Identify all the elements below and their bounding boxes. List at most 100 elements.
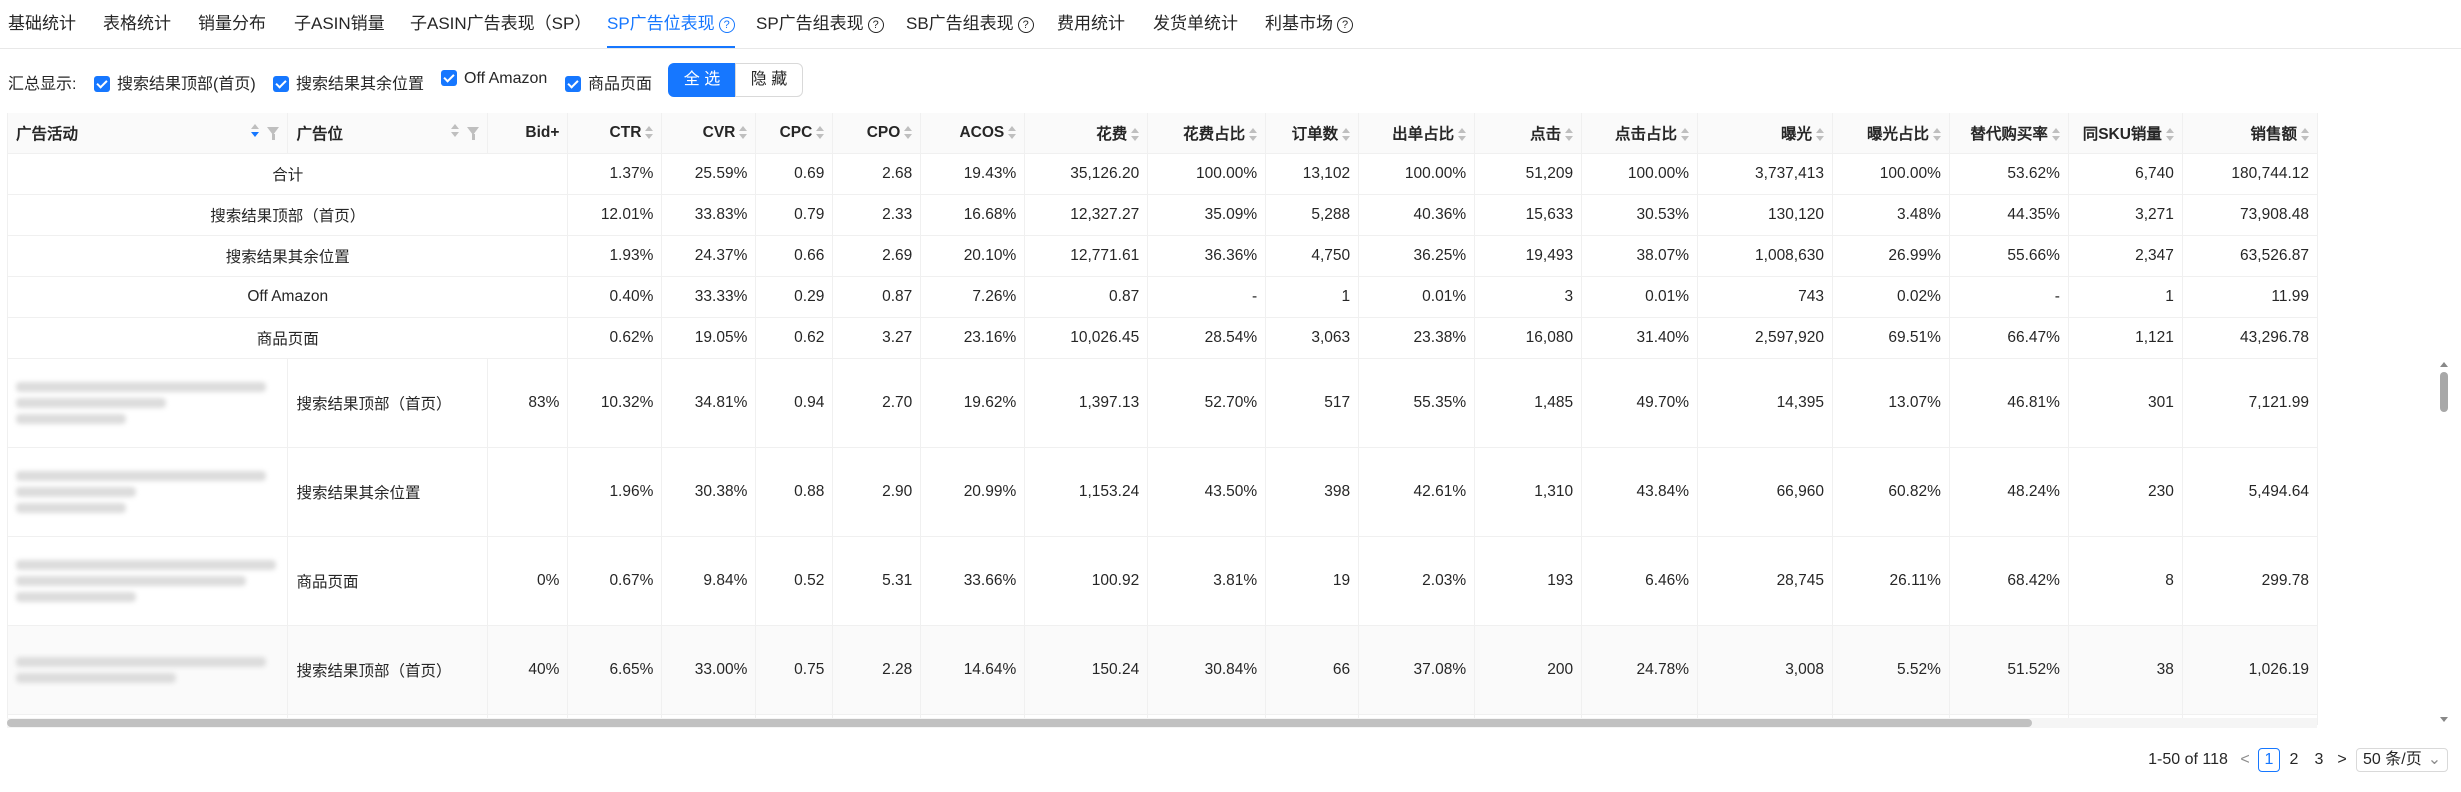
sort-icon[interactable] <box>1008 125 1017 140</box>
select-all-button[interactable]: 全 选 <box>668 63 736 97</box>
column-header-placement[interactable]: 广告位 <box>287 113 489 154</box>
sort-icon[interactable] <box>1681 127 1690 142</box>
sort-icon[interactable] <box>2301 127 2309 142</box>
tab-shipment-stats[interactable]: 发货单统计 <box>1153 12 1238 46</box>
checkbox-off-amazon[interactable]: Off Amazon <box>441 70 547 88</box>
table-row[interactable]: 搜索结果其余位置 1.96% 30.38% 0.88 2.90 20.99% 1,153.2… <box>8 447 2318 537</box>
summary-cell: 4,750 <box>1265 235 1360 277</box>
page-2-button[interactable]: 2 <box>2284 748 2304 772</box>
checkbox-rest-of-search[interactable]: 搜索结果其余位置 <box>273 70 424 94</box>
summary-cell: 66.47% <box>1949 317 2069 359</box>
next-page-icon[interactable]: > <box>2335 748 2349 772</box>
tab-sp-placement[interactable]: SP广告位表现? <box>607 12 735 48</box>
help-icon[interactable]: ? <box>867 17 884 33</box>
page-1-button[interactable]: 1 <box>2258 748 2280 772</box>
column-header-cpo[interactable]: CPO <box>832 113 922 154</box>
data-cell: 7,121.99 <box>2182 358 2318 448</box>
redacted-text <box>16 382 266 392</box>
summary-cell: 38.07% <box>1581 235 1699 277</box>
column-header-same-sku-sales[interactable]: 同SKU销量 <box>2068 113 2183 154</box>
sort-icon[interactable] <box>1458 127 1467 142</box>
hide-button[interactable]: 隐 藏 <box>735 63 803 97</box>
sort-icon[interactable] <box>1131 127 1140 142</box>
column-header-orders[interactable]: 订单数 <box>1265 113 1360 154</box>
campaign-name-redacted[interactable] <box>8 447 289 537</box>
summary-row: 合计 1.37% 25.59% 0.69 2.68 19.43% 35,126.20 100.… <box>8 153 2318 195</box>
sort-icon[interactable] <box>1815 127 1824 142</box>
scrollbar-thumb[interactable] <box>2440 372 2448 412</box>
column-header-click-share[interactable]: 点击占比 <box>1581 113 1699 154</box>
filter-icon[interactable] <box>267 126 280 140</box>
prev-page-icon[interactable]: < <box>2238 748 2252 772</box>
tab-sb-adgroup[interactable]: SB广告组表现? <box>906 12 1034 46</box>
data-cell: 5.52% <box>1832 625 1950 715</box>
column-header-clicks[interactable]: 点击 <box>1474 113 1583 154</box>
help-icon[interactable]: ? <box>718 17 735 33</box>
scroll-down-icon[interactable] <box>2440 717 2448 722</box>
summary-cell: 0.87 <box>832 276 922 318</box>
sort-icon[interactable] <box>1249 127 1258 142</box>
column-header-impressions[interactable]: 曝光 <box>1697 113 1833 154</box>
sort-icon[interactable] <box>645 125 654 140</box>
column-header-bid-plus: Bid+ <box>487 113 569 154</box>
column-header-order-share[interactable]: 出单占比 <box>1358 113 1476 154</box>
tab-child-asin-ad-sp[interactable]: 子ASIN广告表现（SP） <box>410 12 591 46</box>
summary-cell: 0.01% <box>1581 276 1699 318</box>
tab-basic-stats[interactable]: 基础统计 <box>8 12 76 46</box>
sort-icon[interactable] <box>739 125 748 140</box>
sort-icon[interactable] <box>251 123 260 138</box>
sort-icon[interactable] <box>2051 127 2060 142</box>
column-header-sales[interactable]: 销售额 <box>2182 113 2318 154</box>
summary-cell: 100.00% <box>1358 153 1476 195</box>
help-icon[interactable]: ? <box>1337 17 1353 33</box>
summary-cell: 10,026.45 <box>1024 317 1149 359</box>
scrollbar-thumb[interactable] <box>7 719 2032 727</box>
column-header-impression-share[interactable]: 曝光占比 <box>1832 113 1950 154</box>
checkbox-top-of-search[interactable]: 搜索结果顶部(首页) <box>94 70 256 94</box>
column-header-ctr[interactable]: CTR <box>567 113 663 154</box>
checkbox-product-page[interactable]: 商品页面 <box>565 70 652 94</box>
page-size-select[interactable]: 50 条/页 ⌄ <box>2356 748 2449 772</box>
tab-niche-market[interactable]: 利基市场? <box>1265 12 1353 46</box>
column-header-cvr[interactable]: CVR <box>661 113 757 154</box>
sort-icon[interactable] <box>1932 127 1941 142</box>
data-cell: 2.03% <box>1358 536 1476 626</box>
page-3-button[interactable]: 3 <box>2309 748 2329 772</box>
summary-cell: 1.93% <box>567 235 663 277</box>
vertical-scrollbar[interactable] <box>2437 362 2451 722</box>
campaign-name-redacted[interactable] <box>8 536 289 626</box>
campaign-name-redacted[interactable] <box>8 358 289 448</box>
filter-icon[interactable] <box>467 126 480 140</box>
table-row[interactable]: 搜索结果顶部（首页） 40% 6.65% 33.00% 0.75 2.28 14.64% 15… <box>8 625 2318 715</box>
column-header-substitute-rate[interactable]: 替代购买率 <box>1949 113 2069 154</box>
table-row[interactable]: 商品页面 0% 0.67% 9.84% 0.52 5.31 33.66% 100.92 3.81… <box>8 536 2318 626</box>
campaign-name-redacted[interactable] <box>8 625 289 715</box>
sort-icon[interactable] <box>816 125 825 140</box>
column-header-spend-share[interactable]: 花费占比 <box>1147 113 1267 154</box>
sort-icon[interactable] <box>1565 127 1574 142</box>
summary-cell: 44.35% <box>1949 194 2069 236</box>
tab-sp-adgroup[interactable]: SP广告组表现? <box>756 12 884 46</box>
tab-child-asin-sales[interactable]: 子ASIN销量 <box>294 12 385 46</box>
help-icon[interactable]: ? <box>1017 17 1034 33</box>
summary-display-label: 汇总显示: <box>8 76 77 93</box>
column-header-campaign[interactable]: 广告活动 <box>8 113 289 154</box>
sort-icon[interactable] <box>1342 127 1351 142</box>
tab-sales-distribution[interactable]: 销量分布 <box>198 12 266 46</box>
column-header-acos[interactable]: ACOS <box>920 113 1026 154</box>
summary-cell: 0.69 <box>755 153 834 195</box>
summary-row: 搜索结果其余位置 1.93% 24.37% 0.66 2.69 20.10% 12,771.… <box>8 235 2318 277</box>
summary-cell: 743 <box>1697 276 1833 318</box>
data-cell: 14.64% <box>920 625 1026 715</box>
table-row[interactable]: 搜索结果顶部（首页） 83% 10.32% 34.81% 0.94 2.70 19.62% 1… <box>8 358 2318 448</box>
scroll-up-icon[interactable] <box>2440 362 2448 367</box>
column-header-cpc[interactable]: CPC <box>755 113 834 154</box>
data-cell: 30.84% <box>1147 625 1267 715</box>
tab-cost-stats[interactable]: 费用统计 <box>1057 12 1125 46</box>
column-header-spend[interactable]: 花费 <box>1024 113 1149 154</box>
sort-icon[interactable] <box>904 125 913 140</box>
sort-icon[interactable] <box>2165 127 2174 142</box>
tab-table-stats[interactable]: 表格统计 <box>103 12 171 46</box>
sort-icon[interactable] <box>451 123 460 138</box>
horizontal-scrollbar[interactable] <box>7 718 2317 728</box>
